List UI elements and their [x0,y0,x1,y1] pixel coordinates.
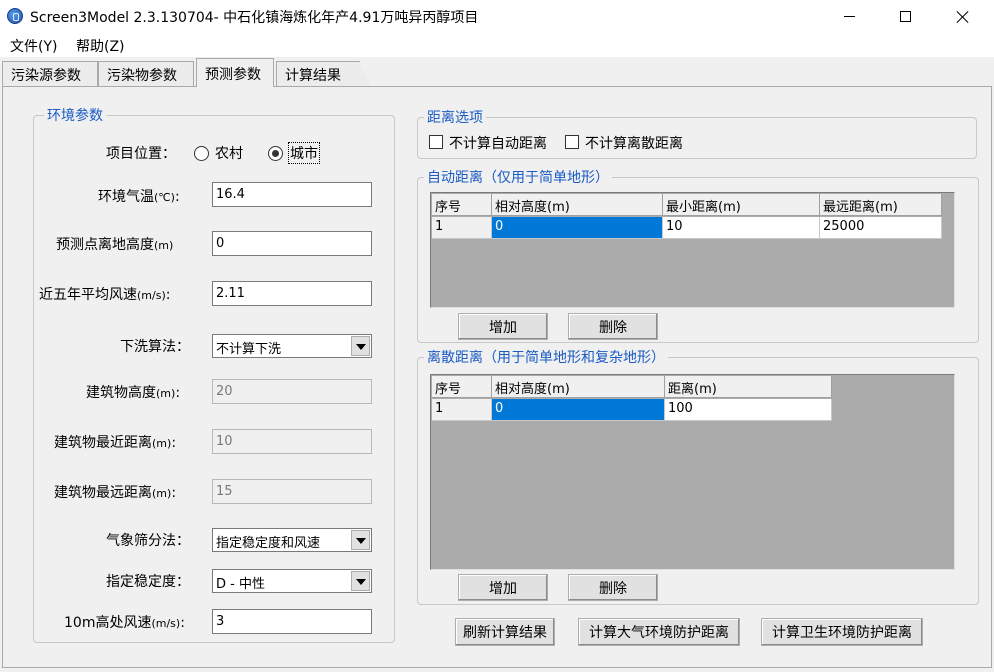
auto-dist-legend: 自动距离（仅用于简单地形） [424,167,612,187]
stability-select[interactable]: D - 中性 [212,569,372,593]
discrete-delete-button[interactable]: 删除 [568,574,658,601]
grid-cell[interactable]: 25000 [820,217,942,239]
height-input[interactable] [212,231,372,256]
urban-radio[interactable] [268,146,283,161]
rural-radio-label[interactable]: 农村 [215,143,243,163]
auto-dist-grid[interactable]: 序号 相对高度(m) 最小距离(m) 最远距离(m) 1 0 10 25000 [430,192,955,308]
tab-prediction-params[interactable]: 预测参数 [196,58,274,87]
close-icon [956,10,970,24]
bldg-min-label: 建筑物最近距离(m): [54,435,177,451]
menu-help[interactable]: 帮助(Z) [76,36,125,56]
chevron-down-icon[interactable] [351,336,370,356]
bldg-height-label: 建筑物高度(m): [86,385,181,401]
refresh-results-button[interactable]: 刷新计算结果 [455,618,555,646]
rural-radio[interactable] [194,146,209,161]
bldg-height-input [212,379,372,404]
discrete-dist-group: 离散距离（用于简单地形和复杂地形） 序号 相对高度(m) 距离(m) 1 0 1… [417,347,979,605]
wind-input[interactable] [212,281,372,306]
stability-label: 指定稳定度： [106,574,190,590]
bldg-min-input [212,429,372,454]
chevron-down-icon[interactable] [351,571,370,591]
tab-source-params[interactable]: 污染源参数 [2,61,98,86]
met-select[interactable]: 指定稳定度和风速 [212,528,372,552]
close-button[interactable] [940,0,986,33]
height-label: 预测点离地高度(m) [56,237,174,253]
location-label: 项目位置： [106,146,176,162]
discrete-dist-legend: 离散距离（用于简单地形和复杂地形） [424,347,668,367]
grid-header: 相对高度(m) [492,194,663,216]
no-auto-dist-label[interactable]: 不计算自动距离 [449,133,547,153]
met-value: 指定稳定度和风速 [216,536,321,551]
no-discrete-dist-checkbox[interactable] [565,135,579,149]
grid-cell[interactable]: 0 [492,217,663,239]
dist-options-legend: 距离选项 [424,107,486,127]
wind10-input[interactable] [212,609,372,634]
bldg-max-label: 建筑物最远距离(m): [54,485,177,501]
met-label: 气象筛分法： [106,533,190,549]
app-icon [7,8,23,24]
discrete-dist-grid[interactable]: 序号 相对高度(m) 距离(m) 1 0 100 [430,374,955,570]
menu-bar: 文件(Y) 帮助(Z) [0,33,994,57]
downwash-value: 不计算下洗 [216,342,282,357]
minimize-icon [843,16,855,17]
grid-header: 序号 [432,376,492,398]
calc-air-protection-button[interactable]: 计算大气环境防护距离 [578,618,740,646]
grid-header: 相对高度(m) [492,376,665,398]
grid-header: 序号 [432,194,492,216]
grid-cell[interactable]: 1 [432,217,492,239]
grid-cell[interactable]: 100 [665,399,832,421]
maximize-icon [899,11,911,22]
wind-label: 近五年平均风速(m/s): [39,287,171,303]
grid-cell[interactable]: 1 [432,399,492,421]
env-params-legend: 环境参数 [44,105,106,125]
tab-pollutant-params[interactable]: 污染物参数 [98,61,194,86]
tab-strip: 污染源参数 污染物参数 预测参数 计算结果 [0,57,994,87]
stability-value: D - 中性 [216,577,265,592]
no-auto-dist-checkbox[interactable] [429,135,443,149]
title-bar: Screen3Model 2.3.130704- 中石化镇海炼化年产4.91万吨… [0,0,994,33]
downwash-select[interactable]: 不计算下洗 [212,334,372,358]
temp-input[interactable] [212,182,372,207]
auto-dist-group: 自动距离（仅用于简单地形） 序号 相对高度(m) 最小距离(m) 最远距离(m)… [417,167,979,343]
wind10-label: 10m高处风速(m/s): [64,615,185,631]
grid-header: 最远距离(m) [820,194,942,216]
env-params-group: 环境参数 项目位置： 农村 城市 环境气温(℃): 预测点离地高度(m) 近五年… [33,105,395,643]
grid-cell[interactable]: 10 [663,217,820,239]
menu-file[interactable]: 文件(Y) [10,36,57,56]
bldg-max-input [212,479,372,504]
auto-add-button[interactable]: 增加 [458,313,548,340]
maximize-button[interactable] [882,0,928,33]
temp-label: 环境气温(℃): [98,189,180,205]
discrete-add-button[interactable]: 增加 [458,574,548,601]
prediction-params-panel: 环境参数 项目位置： 农村 城市 环境气温(℃): 预测点离地高度(m) 近五年… [2,86,992,668]
auto-delete-button[interactable]: 删除 [568,313,658,340]
grid-header: 距离(m) [665,376,832,398]
no-discrete-dist-label[interactable]: 不计算离散距离 [585,133,683,153]
grid-cell[interactable]: 0 [492,399,665,421]
grid-header: 最小距离(m) [663,194,820,216]
minimize-button[interactable] [826,0,872,33]
urban-radio-label[interactable]: 城市 [288,142,320,164]
tab-calc-results[interactable]: 计算结果 [276,61,371,87]
chevron-down-icon[interactable] [351,530,370,550]
dist-options-group: 距离选项 不计算自动距离 不计算离散距离 [417,107,977,159]
window-title: Screen3Model 2.3.130704- 中石化镇海炼化年产4.91万吨… [30,10,479,26]
downwash-label: 下洗算法： [120,339,190,355]
calc-health-protection-button[interactable]: 计算卫生环境防护距离 [761,618,923,646]
